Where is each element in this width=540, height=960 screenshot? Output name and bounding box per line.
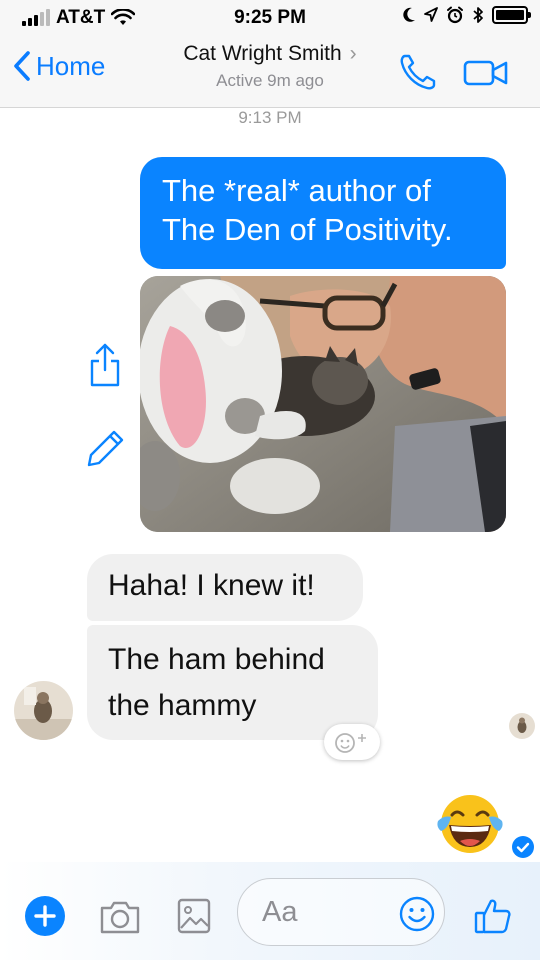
outgoing-message-bubble[interactable]: The *real* author of The Den of Positivi…	[140, 157, 506, 269]
emoji-picker-button[interactable]	[398, 895, 436, 933]
contact-info[interactable]: Cat Wright Smith › Active 9m ago	[120, 42, 420, 91]
video-call-button[interactable]	[462, 54, 510, 90]
add-more-button[interactable]	[25, 896, 65, 936]
message-line: the hammy	[108, 689, 257, 722]
chevron-left-icon	[14, 51, 30, 81]
photo-illustration	[140, 276, 506, 532]
shared-photo[interactable]	[140, 276, 506, 532]
share-icon[interactable]	[88, 342, 122, 388]
message-line: The Den of Positivity.	[162, 212, 453, 247]
message-timestamp: 9:13 PM	[238, 108, 302, 127]
message-input-container[interactable]	[237, 878, 445, 946]
moon-icon	[403, 7, 415, 22]
chevron-right-icon: ›	[349, 42, 357, 65]
plus-icon	[34, 905, 56, 927]
alarm-icon	[447, 6, 463, 24]
contact-name: Cat Wright Smith	[183, 42, 342, 65]
bluetooth-icon	[473, 7, 483, 23]
phone-call-button[interactable]	[396, 50, 440, 94]
back-label: Home	[36, 50, 106, 81]
photo-gallery-button[interactable]	[176, 896, 212, 936]
status-icons	[402, 6, 531, 24]
delivered-check-icon	[512, 836, 534, 858]
location-icon	[424, 7, 438, 22]
edit-pencil-icon[interactable]	[86, 428, 126, 468]
battery-icon	[492, 6, 531, 24]
add-reaction-button[interactable]	[324, 724, 380, 760]
avatar-image	[14, 681, 73, 740]
message-composer	[0, 862, 540, 960]
thumbs-up-button[interactable]	[473, 896, 513, 936]
back-button[interactable]: Home	[12, 50, 105, 82]
message-line: The *real* author of	[162, 173, 431, 208]
incoming-message-bubble[interactable]: Haha! I knew it!	[87, 554, 363, 621]
battery-level	[496, 10, 524, 20]
seen-avatar-image	[509, 713, 535, 739]
incoming-message-bubble[interactable]: The ham behind the hammy	[87, 625, 378, 740]
contact-status: Active 9m ago	[216, 71, 324, 90]
message-line: The ham behind	[108, 643, 325, 676]
message-input[interactable]	[262, 895, 402, 929]
seen-by-avatar	[509, 713, 535, 739]
conversation-header: Home Cat Wright Smith › Active 9m ago	[0, 36, 540, 108]
message-text: Haha! I knew it!	[108, 569, 315, 602]
status-bar: AT&T 9:25 PM	[0, 0, 540, 36]
tears-of-joy-emoji[interactable]	[435, 791, 505, 857]
camera-button[interactable]	[98, 896, 142, 936]
contact-name-row: Cat Wright Smith ›	[120, 42, 420, 66]
contact-avatar[interactable]	[14, 681, 73, 740]
